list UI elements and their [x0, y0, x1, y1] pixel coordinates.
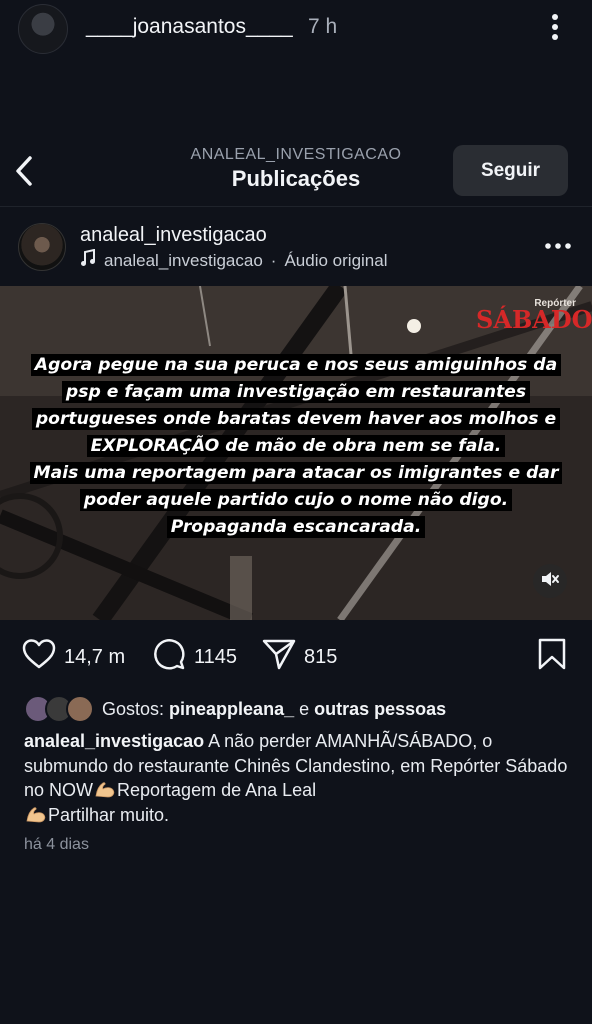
mute-button[interactable] — [533, 564, 567, 598]
brand-main: SÁBADO — [476, 305, 592, 334]
more-horizontal-icon[interactable] — [543, 232, 573, 260]
audio-separator: · — [270, 250, 277, 270]
muted-speaker-icon — [540, 570, 560, 593]
story-header: ____joanasantos____ 7 h — [0, 0, 592, 58]
likes-prefix: Gostos: — [102, 698, 165, 719]
overlay-line: Propaganda escancarada. — [166, 516, 426, 538]
liker-avatars — [24, 695, 94, 723]
overlay-line: Agora pegue na sua peruca e nos seus ami… — [30, 354, 562, 376]
likes-and: e — [299, 698, 310, 719]
caption-text-3: Partilhar muito. — [48, 804, 170, 825]
overlay-line: EXPLORAÇÃO de mão de obra nem se fala. — [86, 435, 506, 457]
likes-row[interactable]: Gostos: pineappleana_ e outras pessoas — [24, 695, 446, 723]
caption-text-2: Reportagem de Ana Leal — [117, 780, 317, 800]
comment-action[interactable]: 1145 — [152, 632, 237, 682]
music-note-icon — [80, 248, 96, 272]
caption-username[interactable]: analeal_investigacao — [24, 731, 204, 751]
post-avatar[interactable] — [18, 223, 66, 271]
more-vertical-icon[interactable] — [540, 8, 570, 46]
avatar — [66, 695, 94, 723]
follow-button[interactable]: Seguir — [453, 145, 568, 196]
story-avatar[interactable] — [18, 4, 68, 54]
audio-user: analeal_investigacao — [104, 250, 263, 270]
overlay-line: Mais uma reportagem para atacar os imigr… — [29, 462, 563, 484]
post-media[interactable]: Repórter SÁBADO Agora pegue na sua peruc… — [0, 286, 592, 620]
bookmark-icon[interactable] — [537, 637, 567, 677]
flexed-biceps-emoji — [93, 779, 117, 799]
flexed-biceps-emoji — [24, 804, 48, 824]
audio-label: Áudio original — [284, 250, 388, 270]
story-username[interactable]: ____joanasantos____ — [86, 15, 293, 39]
post-username[interactable]: analeal_investigacao — [80, 224, 267, 247]
story-time: 7 h — [308, 15, 338, 38]
comment-icon[interactable] — [152, 637, 186, 677]
like-action[interactable]: 14,7 m — [22, 632, 125, 682]
divider — [0, 206, 592, 207]
heart-icon[interactable] — [22, 638, 56, 676]
likes-others[interactable]: outras pessoas — [314, 699, 446, 720]
likes-user[interactable]: pineappleana_ — [169, 699, 294, 720]
overlay-line: poder aquele partido cujo o nome não dig… — [79, 489, 513, 511]
shares-count[interactable]: 815 — [304, 646, 337, 669]
comments-count[interactable]: 1145 — [194, 646, 237, 669]
overlay-text: Agora pegue na sua peruca e nos seus ami… — [12, 352, 580, 541]
share-action[interactable]: 815 — [262, 632, 337, 682]
save-action[interactable] — [537, 632, 567, 682]
post-actions: 14,7 m 1145 815 — [0, 632, 592, 682]
post-date: há 4 dias — [24, 836, 89, 853]
post-audio[interactable]: analeal_investigacao · Áudio original — [80, 248, 388, 272]
post-caption: analeal_investigacao A não perder AMANHÃ… — [24, 729, 572, 827]
brand-logo: Repórter SÁBADO — [476, 298, 592, 334]
overlay-line: portugueses onde baratas devem haver aos… — [31, 408, 561, 430]
send-icon[interactable] — [262, 638, 296, 676]
overlay-line: psp e façam uma investigação em restaura… — [61, 381, 531, 403]
likes-count[interactable]: 14,7 m — [64, 646, 125, 669]
